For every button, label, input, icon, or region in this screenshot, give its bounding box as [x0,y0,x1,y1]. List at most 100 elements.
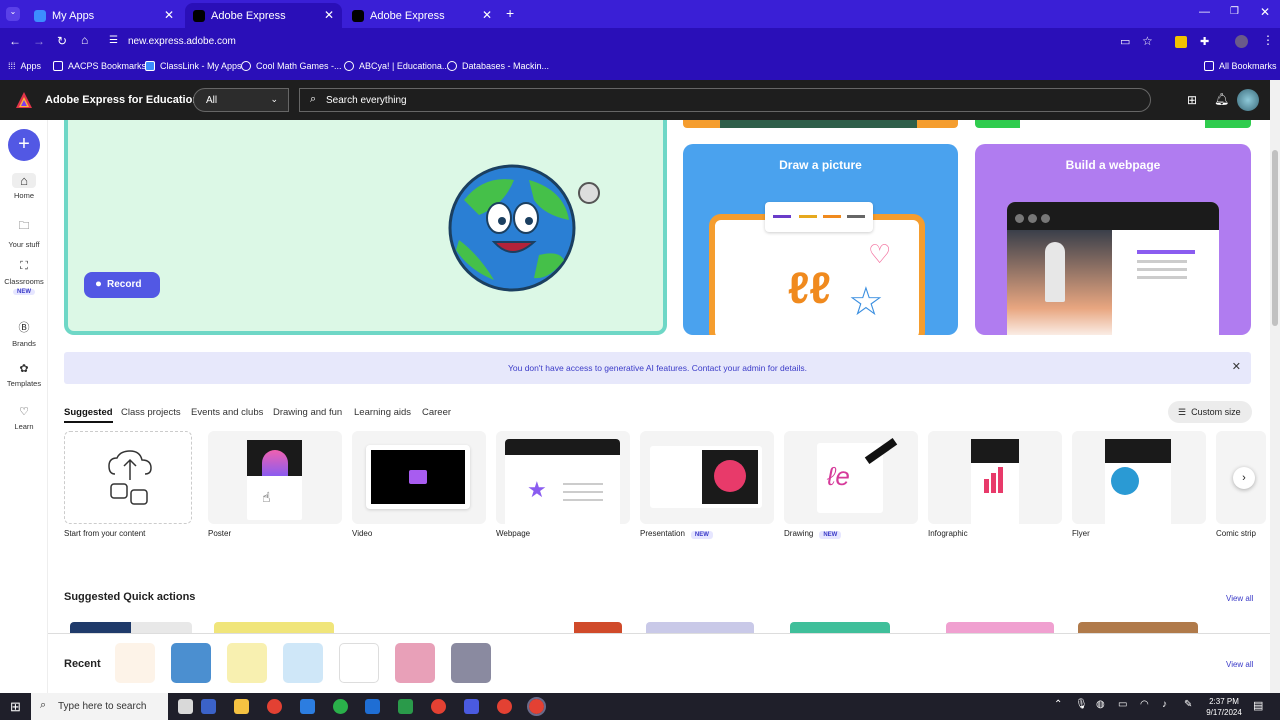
bookmark-star-icon[interactable]: ☆ [1142,34,1153,48]
recent-item[interactable] [227,643,267,683]
rail-item-brands[interactable]: Ⓑ Brands [0,319,48,348]
tab-events-and-clubs[interactable]: Events and clubs [191,407,263,418]
animate-character-card[interactable]: ⏺ Record [64,120,667,335]
install-app-icon[interactable]: ▭ [1120,35,1130,48]
user-avatar[interactable] [1237,89,1259,111]
back-icon[interactable]: ← [9,34,21,48]
tab-search-icon[interactable]: ⌄ [6,7,20,21]
template-start-from-content[interactable] [64,431,192,524]
restore-button[interactable]: ❐ [1230,6,1239,17]
notification-bell-icon[interactable]: 🔔︎ [1214,92,1229,106]
quick-action-card[interactable] [946,622,1054,633]
pen-tray-icon[interactable]: ✎ [1184,699,1192,710]
search-filter-select[interactable]: All ⌄ [193,88,289,112]
chrome-menu-icon[interactable]: ⋮ [1262,33,1274,47]
template-webpage[interactable]: ★ [496,431,630,524]
quick-action-card[interactable] [790,622,890,633]
template-drawing[interactable]: ℓe [784,431,918,524]
recent-item[interactable] [283,643,323,683]
home-icon[interactable]: ⌂ [81,33,88,47]
chrome-icon-active[interactable] [527,697,546,716]
battery-icon[interactable]: ▭ [1118,699,1127,710]
tab-career[interactable]: Career [422,407,451,418]
adobe-express-logo-icon[interactable] [15,91,33,109]
address-bar[interactable]: new.express.adobe.com [128,36,236,47]
quick-action-card[interactable] [358,622,478,633]
apps-grid-icon[interactable]: ⊞ [1187,93,1197,107]
new-tab-button[interactable]: + [506,5,514,21]
taskbar-app-icon[interactable] [398,699,413,714]
reload-icon[interactable]: ↻ [57,34,67,48]
search-input[interactable]: ⌕ Search everything [299,88,1151,112]
microphone-icon[interactable]: 🎙︎ [1075,699,1088,710]
template-poster[interactable]: ☝︎ [208,431,342,524]
close-tab-icon[interactable]: ✕ [324,8,334,22]
build-a-webpage-card[interactable]: Build a webpage [975,144,1251,335]
taskbar-search-input[interactable]: ⌕ Type here to search [31,693,168,720]
chrome-icon[interactable] [497,699,512,714]
close-window-button[interactable]: ✕ [1260,5,1270,19]
bookmark-classlink[interactable]: ClassLink - My Apps [145,61,242,71]
bookmark-abcya[interactable]: ABCya! | Educationa... [344,61,449,71]
site-info-icon[interactable]: ☰ [109,35,118,46]
system-tray-chevron-icon[interactable]: ⌃ [1054,699,1062,710]
bookmark-databases[interactable]: Databases - Mackin... [447,61,549,71]
outlook-icon[interactable] [365,699,380,714]
taskbar-clock[interactable]: 2:37 PM 9/17/2024 [1204,696,1244,718]
chrome-icon[interactable] [267,699,282,714]
forward-icon[interactable]: → [33,34,45,48]
close-tab-icon[interactable]: ✕ [482,8,492,22]
create-new-button[interactable]: + [8,129,40,161]
quick-action-card[interactable] [646,622,754,633]
quick-action-card[interactable] [1078,622,1198,633]
notifications-icon[interactable]: ▤ [1253,699,1263,712]
quick-actions-view-all-link[interactable]: View all [1226,594,1253,603]
taskbar-app-icon[interactable] [333,699,348,714]
rail-item-templates[interactable]: ✿ Templates [0,362,48,388]
chrome-icon[interactable] [431,699,446,714]
windows-start-icon[interactable]: ⊞ [10,699,21,715]
taskbar-app-icon[interactable] [464,699,479,714]
recent-item[interactable] [339,643,379,683]
rail-item-classrooms[interactable]: ⛶ Classrooms NEW [0,260,48,295]
bookmark-aacps[interactable]: AACPS Bookmarks [53,61,146,71]
tab-suggested[interactable]: Suggested [64,407,113,423]
wifi-icon[interactable]: ◠ [1140,699,1149,710]
record-button[interactable]: ⏺ Record [84,272,160,298]
bookmark-apps[interactable]: ⁞⁞⁞ Apps [8,61,41,71]
quick-action-card[interactable] [214,622,334,633]
template-video[interactable] [352,431,486,524]
recent-item[interactable] [171,643,211,683]
recent-view-all-link[interactable]: View all [1226,660,1253,669]
tab-learning-aids[interactable]: Learning aids [354,407,411,418]
recent-item[interactable] [451,643,491,683]
file-explorer-icon[interactable] [234,699,249,714]
recent-item[interactable] [395,643,435,683]
quick-action-card[interactable] [70,622,192,633]
template-presentation[interactable] [640,431,774,524]
browser-tab-adobe-express[interactable]: Adobe Express ✕ [344,3,500,28]
microsoft-store-icon[interactable] [300,699,315,714]
extensions-puzzle-icon[interactable]: ✚ [1200,35,1209,48]
scrollbar-thumb[interactable] [1272,150,1278,326]
template-flyer[interactable] [1072,431,1206,524]
browser-tab-my-apps[interactable]: My Apps ✕ [26,3,182,28]
draw-a-picture-card[interactable]: Draw a picture ℓℓ ☆ ♡ [683,144,958,335]
carousel-next-button[interactable]: › [1233,467,1255,489]
tab-drawing-and-fun[interactable]: Drawing and fun [273,407,342,418]
extension-icon[interactable] [1175,36,1187,48]
bookmark-cool-math[interactable]: Cool Math Games -... [241,61,342,71]
recent-item[interactable] [115,643,155,683]
rail-item-home[interactable]: ⌂ Home [0,173,48,200]
template-infographic[interactable] [928,431,1062,524]
network-globe-icon[interactable]: ◍ [1096,699,1105,710]
close-tab-icon[interactable]: ✕ [164,8,174,22]
custom-size-button[interactable]: ☰ Custom size [1168,401,1252,423]
taskbar-app-icon[interactable] [178,699,193,714]
minimize-button[interactable]: — [1199,6,1210,18]
profile-avatar-icon[interactable] [1235,35,1248,48]
tab-class-projects[interactable]: Class projects [121,407,181,418]
page-scrollbar[interactable] [1270,80,1280,693]
bookmark-all-bookmarks[interactable]: All Bookmarks [1204,61,1277,71]
close-notice-icon[interactable]: ✕ [1232,360,1241,373]
